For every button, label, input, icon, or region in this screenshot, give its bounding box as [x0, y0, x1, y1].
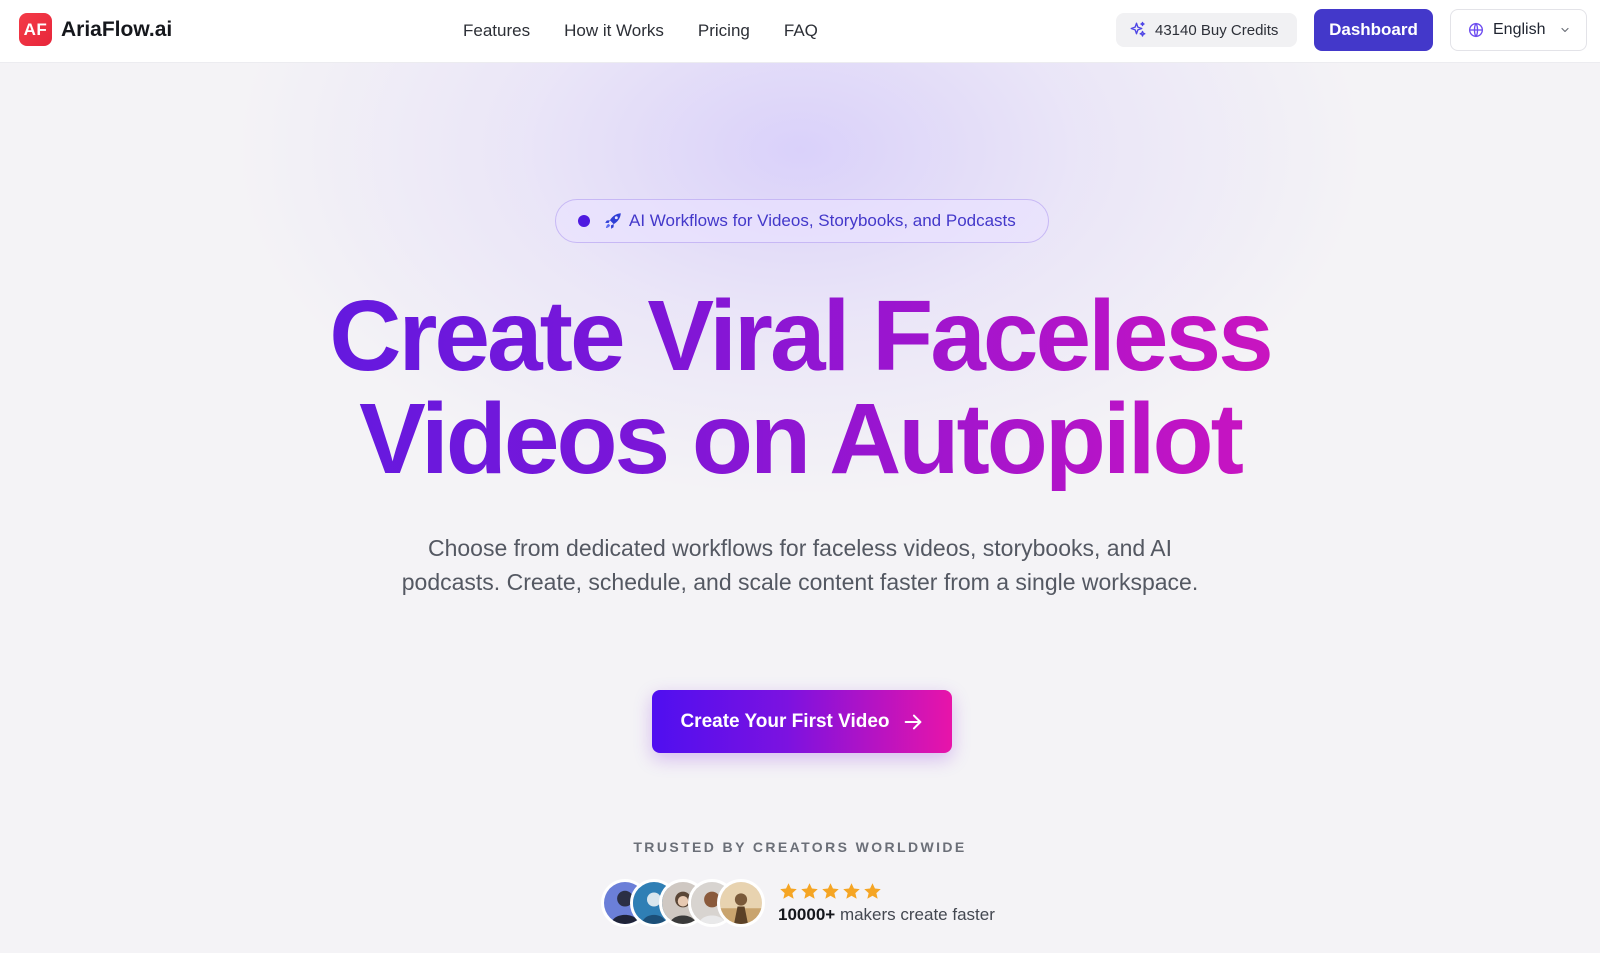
- credits-label: 43140 Buy Credits: [1155, 21, 1279, 39]
- headline-line-2: Videos on Autopilot: [0, 388, 1600, 491]
- hero-section: AI Workflows for Videos, Storybooks, and…: [0, 63, 1600, 953]
- makers-count: 10000+: [778, 905, 836, 924]
- brand-name: AriaFlow.ai: [61, 17, 173, 41]
- top-navbar: AF AriaFlow.ai Features How it Works Pri…: [0, 0, 1600, 63]
- badge-dot-icon: [578, 215, 590, 227]
- sparkles-icon: [1130, 21, 1146, 37]
- language-label: English: [1493, 21, 1546, 38]
- star-icon: [801, 883, 818, 899]
- nav-link-pricing[interactable]: Pricing: [698, 19, 750, 43]
- rating-stars: [778, 881, 995, 902]
- brand-logo[interactable]: AF AriaFlow.ai: [19, 13, 172, 46]
- avatar: [717, 879, 765, 927]
- language-select[interactable]: English: [1450, 9, 1587, 51]
- makers-text: makers create faster: [839, 905, 995, 924]
- nav-link-faq[interactable]: FAQ: [784, 19, 818, 43]
- badge-label: AI Workflows for Videos, Storybooks, and…: [629, 211, 1016, 230]
- social-proof: 10000+ makers create faster: [601, 879, 995, 927]
- buy-credits-button[interactable]: 43140 Buy Credits: [1116, 13, 1297, 47]
- rocket-icon: [605, 213, 621, 229]
- nav-link-features[interactable]: Features: [463, 19, 530, 43]
- main-nav: Features How it Works Pricing FAQ: [463, 19, 852, 43]
- chevron-down-icon: [1561, 27, 1570, 33]
- star-icon: [843, 883, 860, 899]
- trusted-heading: TRUSTED BY CREATORS WORLDWIDE: [633, 839, 967, 855]
- hero-subtitle: Choose from dedicated workflows for face…: [401, 535, 1199, 595]
- workflows-badge[interactable]: AI Workflows for Videos, Storybooks, and…: [555, 199, 1049, 243]
- dashboard-button[interactable]: Dashboard: [1314, 9, 1433, 51]
- star-icon: [864, 883, 881, 899]
- star-icon: [780, 883, 797, 899]
- star-icon: [822, 883, 839, 899]
- nav-link-how-it-works[interactable]: How it Works: [564, 19, 664, 43]
- logo-mark-icon: AF: [19, 13, 52, 46]
- arrow-right-icon: [904, 714, 921, 729]
- cta-label: Create Your First Video: [680, 710, 890, 732]
- globe-icon: [1469, 22, 1483, 38]
- makers-caption: 10000+ makers create faster: [778, 905, 995, 925]
- hero-headline: Create Viral Faceless Videos on Autopilo…: [0, 285, 1600, 491]
- rating-block: 10000+ makers create faster: [778, 881, 995, 925]
- create-first-video-button[interactable]: Create Your First Video: [652, 690, 952, 753]
- headline-line-1: Create Viral Faceless: [0, 285, 1600, 388]
- avatar-stack: [601, 879, 765, 927]
